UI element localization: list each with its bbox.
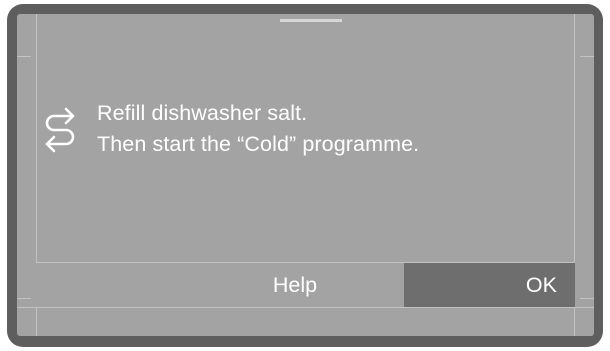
scroll-indicator [280,19,342,22]
message-text: Refill dishwasher salt. Then start the “… [97,98,419,160]
frame-tick [580,56,594,57]
frame-tick [17,298,31,299]
ok-button[interactable]: OK [404,263,575,308]
display-screen: Refill dishwasher salt. Then start the “… [17,14,594,336]
message-line-2: Then start the “Cold” programme. [97,132,420,156]
bottom-divider [17,307,594,308]
message-area: Refill dishwasher salt. Then start the “… [43,98,419,160]
frame-tick [580,298,594,299]
help-button[interactable]: Help [36,263,404,308]
button-bar: Help OK [36,262,575,308]
refill-arrows-icon [45,107,75,153]
message-line-1: Refill dishwasher salt. [97,101,308,125]
frame-tick [17,56,31,57]
